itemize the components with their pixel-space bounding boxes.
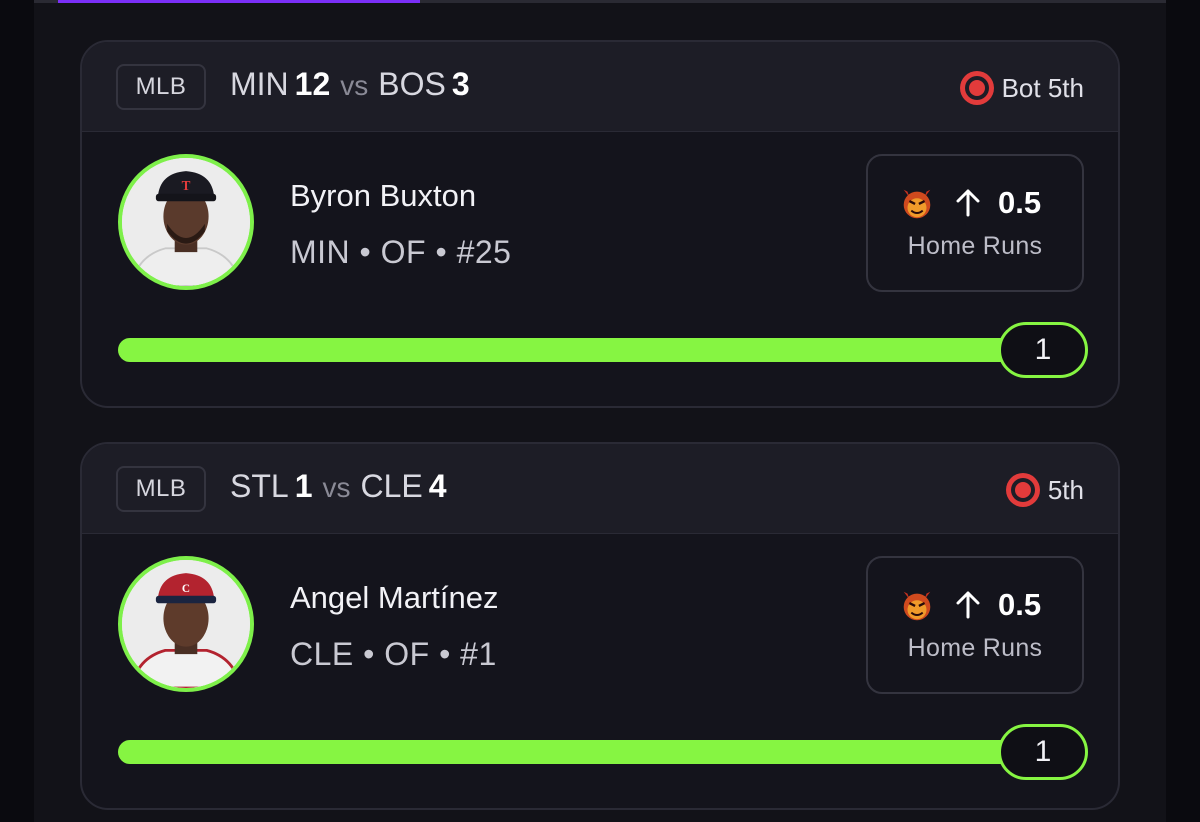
prop-stat-label: Home Runs bbox=[907, 634, 1043, 662]
away-score: 12 bbox=[294, 66, 331, 102]
matchup: STL 1 vs CLE 4 bbox=[230, 468, 447, 510]
left-gutter bbox=[0, 0, 34, 822]
right-gutter bbox=[1166, 0, 1200, 822]
away-team: STL bbox=[230, 468, 289, 504]
game-status: 5th bbox=[1005, 470, 1084, 510]
home-score: 3 bbox=[451, 66, 470, 102]
game-status: Bot 5th bbox=[959, 68, 1084, 108]
prop-box[interactable]: 0.5 Home Runs bbox=[866, 556, 1084, 694]
arrow-up-icon bbox=[956, 591, 980, 619]
progress-bar bbox=[118, 338, 1038, 362]
away-score: 1 bbox=[294, 468, 313, 504]
home-team: BOS bbox=[378, 66, 446, 102]
prop-box[interactable]: 0.5 Home Runs bbox=[866, 154, 1084, 292]
league-badge: MLB bbox=[116, 466, 206, 512]
game-header: MLB MIN 12 vs BOS 3 Bot 5th bbox=[82, 42, 1118, 132]
player-name: Byron Buxton bbox=[290, 178, 477, 213]
devil-icon bbox=[903, 591, 931, 621]
matchup: MIN 12 vs BOS 3 bbox=[230, 66, 470, 108]
prop-line-row: 0.5 bbox=[898, 184, 1041, 222]
league-badge: MLB bbox=[116, 64, 206, 110]
live-indicator-icon bbox=[1005, 473, 1040, 507]
player-meta: CLE • OF • #1 bbox=[290, 636, 497, 672]
vs-label: vs bbox=[340, 70, 369, 101]
live-indicator-icon bbox=[959, 71, 994, 105]
status-text: Bot 5th bbox=[1001, 72, 1084, 103]
player-photo: T bbox=[122, 158, 250, 286]
game-header: MLB STL 1 vs CLE 4 5th bbox=[82, 444, 1118, 534]
pick-card[interactable]: MLB MIN 12 vs BOS 3 Bot 5th T Byron Buxt… bbox=[80, 40, 1120, 408]
player-avatar[interactable]: T bbox=[118, 154, 254, 290]
away-team: MIN bbox=[230, 66, 289, 102]
prop-line-value: 0.5 bbox=[998, 185, 1042, 220]
prop-line-row: 0.5 bbox=[898, 586, 1041, 624]
status-text: 5th bbox=[1047, 474, 1084, 505]
svg-text:T: T bbox=[182, 178, 191, 193]
progress-value-badge: 1 bbox=[998, 724, 1088, 780]
content-panel: MLB MIN 12 vs BOS 3 Bot 5th T Byron Buxt… bbox=[34, 0, 1166, 822]
vs-label: vs bbox=[322, 472, 351, 503]
prop-stat-label: Home Runs bbox=[907, 232, 1043, 260]
progress-bar bbox=[118, 740, 1038, 764]
player-photo: C bbox=[122, 560, 250, 688]
prop-line-value: 0.5 bbox=[998, 587, 1042, 622]
player-name: Angel Martínez bbox=[290, 580, 499, 615]
cap-brim bbox=[155, 193, 217, 202]
svg-text:C: C bbox=[182, 583, 190, 595]
progress-value-badge: 1 bbox=[998, 322, 1088, 378]
active-tab-indicator bbox=[58, 0, 420, 3]
cap-brim bbox=[155, 595, 217, 604]
home-team: CLE bbox=[360, 468, 423, 504]
arrow-up-icon bbox=[956, 189, 980, 217]
player-meta: MIN • OF • #25 bbox=[290, 234, 512, 270]
progress-fill bbox=[118, 740, 1038, 764]
progress-fill bbox=[118, 338, 1038, 362]
devil-icon bbox=[903, 189, 931, 219]
player-avatar[interactable]: C bbox=[118, 556, 254, 692]
pick-card[interactable]: MLB STL 1 vs CLE 4 5th C Angel Martínez … bbox=[80, 442, 1120, 810]
home-score: 4 bbox=[428, 468, 447, 504]
